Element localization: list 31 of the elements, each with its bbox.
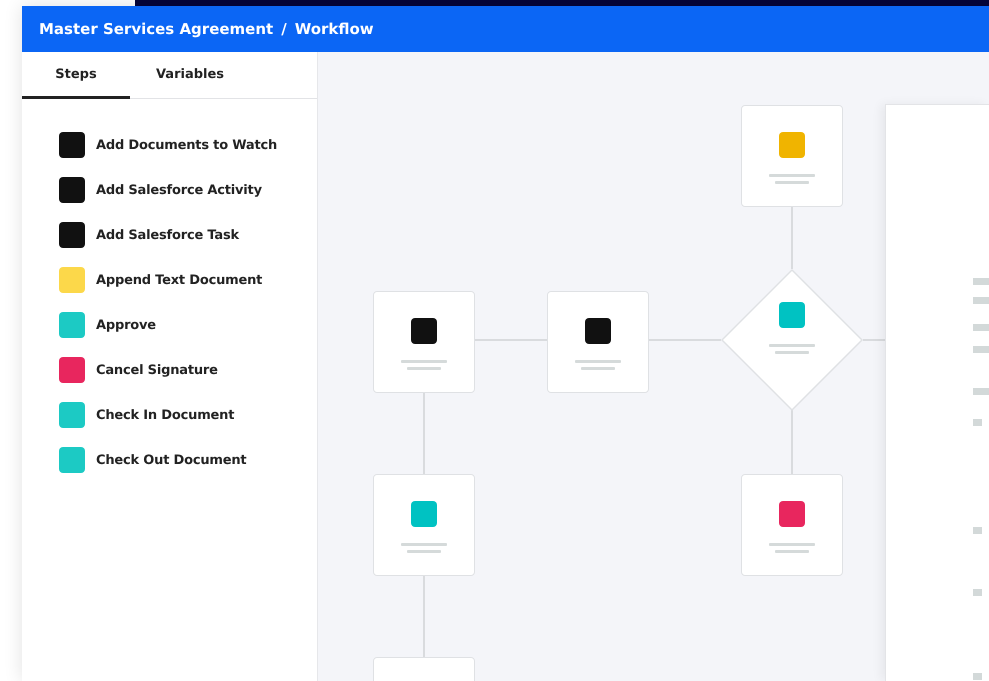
step-item[interactable]: Add Documents to Watch [96, 138, 278, 152]
placeholder-line [401, 543, 447, 546]
breadcrumb-item: Workflow [294, 20, 374, 38]
workflow-node[interactable] [373, 291, 475, 393]
step-item[interactable]: Add Salesforce Task [96, 228, 239, 242]
breadcrumb-separator: / [281, 20, 287, 38]
placeholder-line [775, 181, 809, 184]
step-item[interactable]: Append Text Document [96, 272, 262, 288]
workflow-node[interactable] [741, 474, 843, 576]
placeholder-line [769, 174, 815, 177]
breadcrumb-item: Master Services Agreement [39, 20, 274, 38]
placeholder-line [407, 550, 441, 553]
workflow-node[interactable] [373, 474, 475, 576]
placeholder-line [575, 360, 621, 363]
step-item[interactable]: Add Salesforce Activity [96, 182, 262, 198]
placeholder-line [769, 543, 815, 546]
step-item[interactable]: Check Out Document [96, 452, 246, 468]
placeholder-line [775, 351, 809, 354]
placeholder-line [769, 344, 815, 347]
step-item[interactable]: Approve [96, 318, 156, 332]
workflow-node[interactable] [547, 291, 649, 393]
placeholder-line [581, 367, 615, 370]
step-item[interactable]: Check In Document [96, 408, 234, 422]
sidebar-tab[interactable]: Variables [130, 52, 250, 99]
decision-node[interactable] [721, 269, 863, 411]
sidebar-tab[interactable]: Steps [22, 52, 130, 99]
placeholder-line [401, 360, 447, 363]
workflow-node[interactable] [741, 105, 843, 207]
step-item[interactable]: Cancel Signature [96, 362, 218, 378]
placeholder-line [775, 550, 809, 553]
placeholder-line [407, 367, 441, 370]
